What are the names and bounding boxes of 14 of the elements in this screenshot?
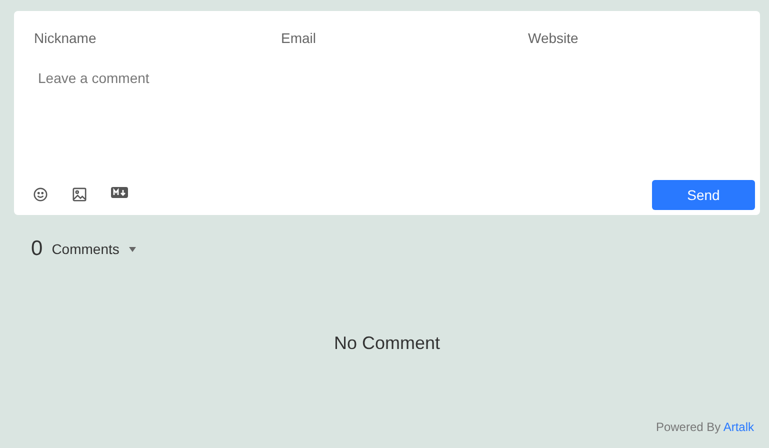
caret-icon: [129, 246, 136, 252]
smiley-icon: [33, 186, 48, 202]
artalk-link[interactable]: Artalk: [723, 420, 754, 434]
comment-editor[interactable]: Nickname Email Website Leave a comment Send: [14, 11, 760, 215]
image-icon: [72, 186, 87, 202]
image-button[interactable]: [72, 186, 89, 204]
powered-by-text: Powered By Artalk: [656, 420, 754, 434]
emoji-button[interactable]: [33, 186, 50, 204]
sort-dropdown[interactable]: [129, 246, 136, 252]
markdown-icon: [111, 186, 128, 198]
send-button[interactable]: Send: [652, 180, 755, 210]
empty-message: No Comment: [334, 333, 440, 354]
comments-label: Comments: [52, 241, 120, 257]
comment-count: 0: [31, 237, 43, 261]
